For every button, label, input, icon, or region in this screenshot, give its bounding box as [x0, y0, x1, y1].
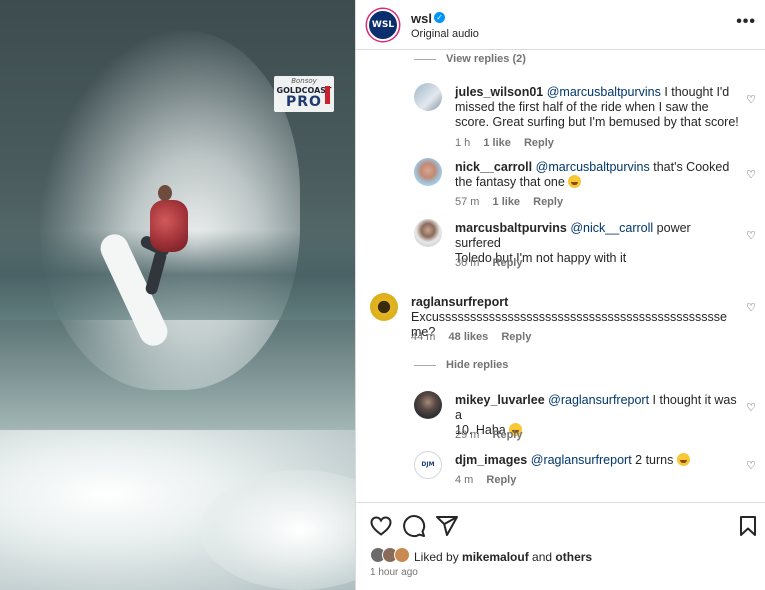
post-view: Bonsoy GOLDCOAST PRO WSL wsl ✓ Original …: [0, 0, 765, 590]
heart-icon[interactable]: ♡: [746, 168, 756, 181]
comment-username[interactable]: djm_images: [455, 453, 527, 467]
comment-time[interactable]: 29 m: [455, 429, 479, 441]
reply-button[interactable]: Reply: [486, 474, 516, 486]
post-header: WSL wsl ✓ Original audio •••: [356, 0, 765, 50]
comment-time[interactable]: 4 m: [455, 474, 473, 486]
view-replies-label: View replies (2): [446, 53, 526, 65]
divider-line: [414, 364, 436, 366]
avatar[interactable]: [414, 83, 442, 111]
avatar[interactable]: [414, 158, 442, 186]
mention-link[interactable]: @raglansurfreport: [531, 453, 632, 467]
comment-username[interactable]: nick__carroll: [455, 160, 532, 174]
logo-stripe: [325, 86, 330, 104]
comment-time[interactable]: 1 h: [455, 137, 470, 149]
event-logo: Bonsoy GOLDCOAST PRO: [274, 76, 334, 112]
comment-body: that's Cooked: [649, 160, 730, 174]
comment-icon[interactable]: [402, 514, 426, 538]
reply-button[interactable]: Reply: [524, 137, 554, 149]
more-options-icon[interactable]: •••: [736, 14, 756, 30]
comment-text: djm_images @raglansurfreport 2 turns: [455, 453, 740, 468]
audio-label[interactable]: Original audio: [411, 28, 479, 40]
liked-by-prefix: Liked by: [414, 550, 463, 564]
liker-username[interactable]: mikemalouf: [462, 550, 529, 564]
comment-meta: 44 m 48 likes Reply: [411, 331, 541, 343]
avatar[interactable]: DJM: [414, 451, 442, 479]
mention-link[interactable]: @nick__carroll: [570, 221, 653, 235]
likes-others-link[interactable]: others: [555, 550, 592, 564]
comment-text: jules_wilson01 @marcusbaltpurvins I thou…: [455, 85, 740, 130]
reply-button[interactable]: Reply: [501, 331, 531, 343]
bookmark-icon[interactable]: [736, 514, 760, 538]
comment-username[interactable]: raglansurfreport: [411, 295, 508, 309]
comment-meta: 1 h 1 like Reply: [455, 137, 564, 149]
like-icon[interactable]: [369, 514, 393, 538]
post-timestamp[interactable]: 1 hour ago: [370, 567, 418, 578]
avatar[interactable]: [370, 293, 398, 321]
hide-replies-button[interactable]: Hide replies: [414, 359, 508, 371]
comment-likes[interactable]: 1 like: [493, 196, 521, 208]
comment-username[interactable]: mikey_luvarlee: [455, 393, 545, 407]
comments-list[interactable]: View replies (2) jules_wilson01 @marcusb…: [356, 51, 765, 501]
comment-username[interactable]: jules_wilson01: [455, 85, 543, 99]
post-video[interactable]: Bonsoy GOLDCOAST PRO: [0, 0, 355, 590]
liked-by-and: and: [528, 550, 556, 564]
comment-username[interactable]: marcusbaltpurvins: [455, 221, 567, 235]
post-actions: Liked by mikemalouf and others 1 hour ag…: [356, 502, 765, 590]
laughing-emoji-icon: [676, 453, 690, 466]
comment-meta: 4 m Reply: [455, 474, 526, 486]
comment-time[interactable]: 57 m: [455, 196, 479, 208]
heart-icon[interactable]: ♡: [746, 459, 756, 472]
comment-body: I thought I'd: [660, 85, 730, 99]
comment-body: the fantasy that one: [455, 175, 565, 189]
laughing-emoji-icon: [568, 175, 582, 188]
liked-by-text: Liked by mikemalouf and others: [414, 550, 592, 564]
view-replies-button[interactable]: View replies (2): [414, 53, 526, 65]
divider-line: [414, 58, 436, 60]
surfer: [150, 200, 188, 252]
author-username[interactable]: wsl: [411, 11, 432, 26]
comment-meta: 29 m Reply: [455, 429, 533, 441]
reply-button[interactable]: Reply: [533, 196, 563, 208]
avatar[interactable]: [414, 391, 442, 419]
logo-sponsor: Bonsoy: [291, 77, 317, 85]
avatar[interactable]: WSL: [367, 9, 399, 41]
comment-time[interactable]: 30 m: [455, 257, 479, 269]
heart-icon[interactable]: ♡: [746, 229, 756, 242]
avatar[interactable]: [414, 219, 442, 247]
heart-icon[interactable]: ♡: [746, 93, 756, 106]
mention-link[interactable]: @marcusbaltpurvins: [536, 160, 650, 174]
surfer: [158, 185, 172, 201]
comment-body: missed the first half of the ride when I…: [455, 100, 709, 114]
heart-icon[interactable]: ♡: [746, 301, 756, 314]
verified-badge-icon: ✓: [434, 12, 445, 23]
share-icon[interactable]: [435, 514, 459, 538]
comments-panel: WSL wsl ✓ Original audio ••• View replie…: [355, 0, 765, 590]
comment-meta: 30 m Reply: [455, 257, 533, 269]
reply-button[interactable]: Reply: [493, 429, 523, 441]
hide-replies-label: Hide replies: [446, 359, 509, 371]
comment-body: 2 turns: [631, 453, 674, 467]
mention-link[interactable]: @raglansurfreport: [548, 393, 649, 407]
comment-likes[interactable]: 1 like: [483, 137, 511, 149]
mention-link[interactable]: @marcusbaltpurvins: [547, 85, 661, 99]
comment-time[interactable]: 44 m: [411, 331, 435, 343]
comment-meta: 57 m 1 like Reply: [455, 196, 573, 208]
heart-icon[interactable]: ♡: [746, 401, 756, 414]
liker-avatar[interactable]: [394, 547, 410, 563]
reply-button[interactable]: Reply: [493, 257, 523, 269]
comment-body: score. Great surfing but I'm bemused by …: [455, 115, 739, 129]
comment-likes[interactable]: 48 likes: [449, 331, 489, 343]
comment-text: nick__carroll @marcusbaltpurvins that's …: [455, 160, 740, 190]
